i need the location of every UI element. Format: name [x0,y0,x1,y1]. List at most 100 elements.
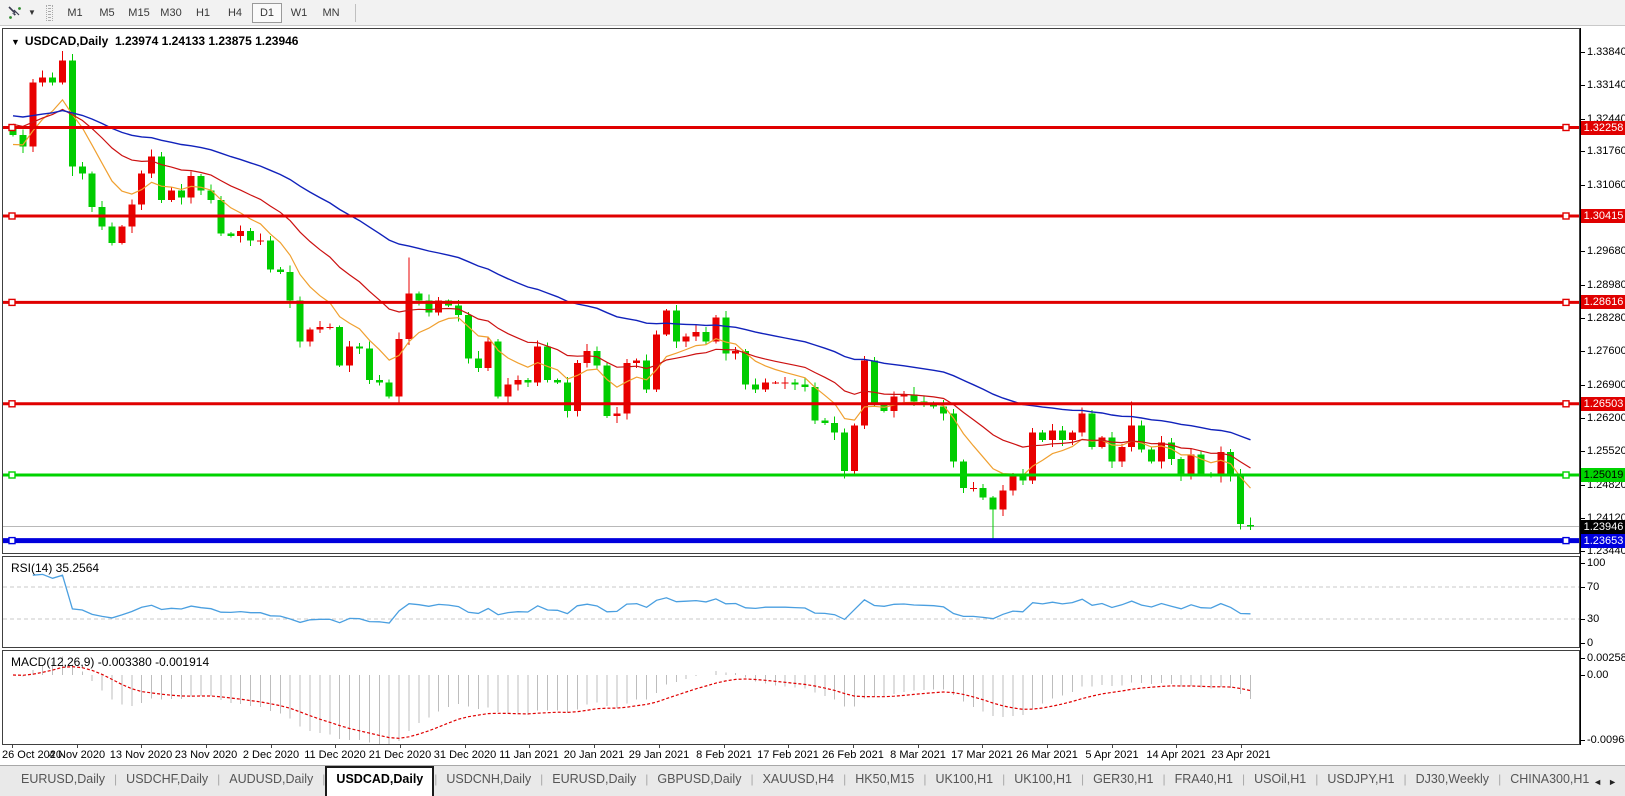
time-axis-label: 14 Apr 2021 [1146,749,1206,761]
tab-scroll-right-icon[interactable]: ► [1608,777,1617,787]
tab-hk50-m15[interactable]: HK50,M15 [846,766,923,796]
tab-usoil-h1[interactable]: USOil,H1 [1245,766,1315,796]
trading-terminal: ▼ M1 M5 M15 M30 H1 H4 D1 W1 MN ▼ USDCAD,Daily 1.2… [0,0,1625,796]
timeframe-button-d1[interactable]: D1 [252,2,282,23]
rsi-indicator-panel[interactable]: RSI(14) 35.2564 [2,556,1580,648]
tab-usdcad-daily[interactable]: USDCAD,Daily [325,766,435,796]
price-tick: 1.26900 [1587,378,1625,391]
tab-scroll-left-icon[interactable]: ◄ [1593,777,1602,787]
time-tick [400,745,401,748]
chart-tool-icon[interactable] [4,3,26,23]
tab-eurusd-daily[interactable]: EURUSD,Daily [12,766,114,796]
time-tick [271,745,272,748]
time-tick [1047,745,1048,748]
tab-xauusd-h4[interactable]: XAUUSD,H4 [754,766,844,796]
price-tick-tick [1581,151,1585,153]
timeframe-button-h1[interactable]: H1 [188,3,218,23]
price-level-tag: 1.25019 [1581,468,1625,482]
tab-uk100-h1[interactable]: UK100,H1 [926,766,1002,796]
tab-fra40-h1[interactable]: FRA40,H1 [1166,766,1242,796]
tab-usdjpy-h1[interactable]: USDJPY,H1 [1318,766,1403,796]
timeframe-button-m1[interactable]: M1 [60,3,90,23]
tab-eurusd-daily[interactable]: EURUSD,Daily [543,766,645,796]
time-tick [77,745,78,748]
time-tick [206,745,207,748]
price-tick: 1.29680 [1587,245,1625,258]
macd-tick: 0.00 [1587,669,1609,681]
time-axis-label: 21 Dec 2020 [368,749,432,761]
tab-china300-h1[interactable]: CHINA300,H1 [1501,766,1598,796]
macd-indicator-panel[interactable]: MACD(12,26,9) -0.003380 -0.001914 [2,650,1580,745]
macd-signal-line [12,666,1251,739]
tab-ger30-h1[interactable]: GER30,H1 [1084,766,1162,796]
timeframe-button-h4[interactable]: H4 [220,3,250,23]
tab-audusd-daily[interactable]: AUDUSD,Daily [220,766,322,796]
tab-usdchf-daily[interactable]: USDCHF,Daily [117,766,217,796]
timeframe-button-mn[interactable]: MN [316,3,346,23]
symbol-dropdown-icon[interactable]: ▼ [11,37,20,47]
current-price-tag: 1.23946 [1581,519,1625,534]
time-axis-label: 23 Nov 2020 [174,749,238,761]
chart-ohlc-values: 1.23974 1.24133 1.23875 1.23946 [114,34,299,48]
toolbar-grip [46,4,53,21]
price-tick: 1.33140 [1587,79,1625,92]
support-line-green[interactable] [3,471,1579,479]
time-tick [141,745,142,748]
resistance-line-2[interactable] [3,212,1579,220]
timeframe-button-m5[interactable]: M5 [92,3,122,23]
time-axis-label: 17 Feb 2021 [757,749,819,761]
resistance-line-3[interactable] [3,298,1579,307]
time-tick [982,745,983,748]
tab-uk100-h1[interactable]: UK100,H1 [1005,766,1081,796]
time-axis-label: 4 Nov 2020 [48,749,106,761]
price-tick: 1.31760 [1587,145,1625,158]
price-level-tag: 1.32258 [1581,120,1625,135]
price-level-tag: 1.30415 [1581,209,1625,223]
ma-line-slow[interactable] [12,109,1251,441]
macd-tick: 0.00258 [1587,651,1625,664]
diagonal-arrows-icon [8,5,21,19]
time-axis-label: 31 Dec 2020 [433,749,497,761]
time-axis-label: 29 Jan 2021 [628,749,690,761]
resistance-line-4[interactable] [3,400,1579,408]
price-tick-tick [1581,384,1585,386]
time-tick [1241,745,1242,748]
timeframe-button-m15[interactable]: M15 [124,3,154,23]
macd-histogram [22,656,1251,744]
rsi-tick: 70 [1587,581,1600,593]
candlesticks [9,51,1254,541]
price-tick: 1.28280 [1587,312,1625,325]
time-tick [659,745,660,748]
rsi-tick: 30 [1587,613,1600,625]
price-tick-tick [1581,318,1585,320]
tab-gbpusd-daily[interactable]: GBPUSD,Daily [648,766,750,796]
time-tick [12,745,13,748]
price-tick-tick [1581,550,1585,552]
support-line-blue[interactable] [3,536,1579,545]
price-tick-tick [1581,450,1585,452]
timeframe-button-m30[interactable]: M30 [156,3,186,23]
timeframe-button-w1[interactable]: W1 [284,3,314,23]
price-level-tag: 1.23653 [1581,533,1625,548]
price-tick-tick [1581,418,1585,420]
time-axis-label: 26 Feb 2021 [822,749,884,761]
tool-dropdown-icon[interactable]: ▼ [26,8,38,17]
tab-usdcnh-daily[interactable]: USDCNH,Daily [437,766,540,796]
resistance-line-1[interactable] [3,123,1579,132]
time-tick [788,745,789,748]
macd-tick-tick [1581,657,1585,659]
ma-line-medium[interactable] [12,108,1251,469]
ma-line-fast[interactable] [12,98,1251,489]
time-tick [465,745,466,748]
price-axis: 1.338401.331401.324401.317601.310601.303… [1580,28,1625,746]
time-tick [529,745,530,748]
macd-label: MACD(12,26,9) -0.003380 -0.001914 [11,655,210,669]
tab-dj30-weekly[interactable]: DJ30,Weekly [1407,766,1498,796]
price-chart-panel[interactable]: ▼ USDCAD,Daily 1.23974 1.24133 1.23875 1.… [2,28,1580,554]
time-axis-label: 20 Jan 2021 [563,749,625,761]
price-tick: 1.33840 [1587,45,1625,58]
rsi-tick: 100 [1587,557,1606,569]
price-level-tag: 1.28616 [1581,295,1625,310]
time-axis-label: 23 Apr 2021 [1211,749,1271,761]
chart-symbol-label: USDCAD,Daily [24,34,109,48]
